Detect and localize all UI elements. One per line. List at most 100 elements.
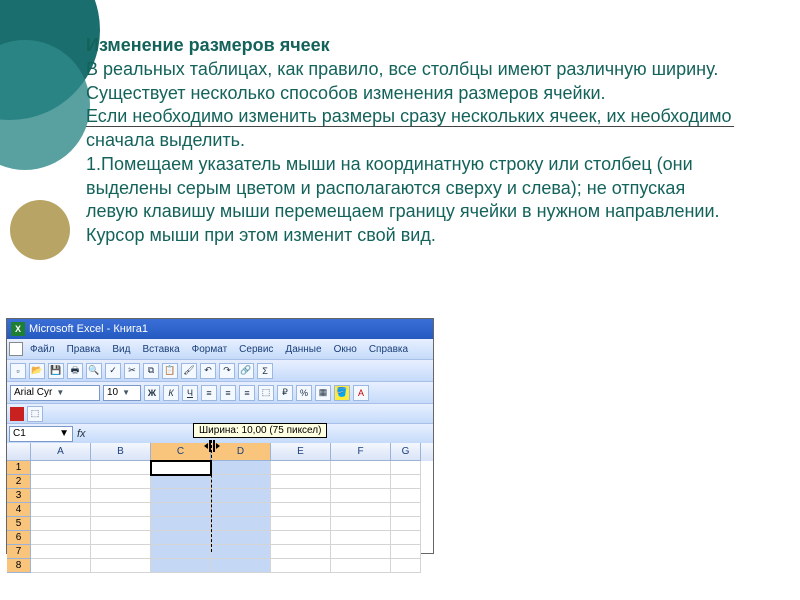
borders-icon[interactable]: ▦ [315,385,331,401]
document-icon[interactable] [9,342,23,356]
fx-icon[interactable]: fx [77,428,86,440]
cell[interactable] [331,531,391,545]
cell[interactable] [271,517,331,531]
cell[interactable] [391,475,421,489]
cell[interactable] [91,503,151,517]
cell[interactable] [151,475,211,489]
cell[interactable] [91,489,151,503]
cell[interactable] [271,545,331,559]
cell[interactable] [271,489,331,503]
cell[interactable] [151,545,211,559]
cell[interactable] [211,545,271,559]
cut-icon[interactable]: ✂ [124,363,140,379]
menu-edit[interactable]: Правка [62,343,106,356]
save-icon[interactable]: 💾 [48,363,64,379]
cell[interactable] [31,489,91,503]
row-header-2[interactable]: 2 [7,475,31,489]
column-header-G[interactable]: G [391,443,421,461]
column-header-F[interactable]: F [331,443,391,461]
row-header-4[interactable]: 4 [7,503,31,517]
spell-icon[interactable]: ✓ [105,363,121,379]
cell[interactable] [211,503,271,517]
column-header-E[interactable]: E [271,443,331,461]
format-painter-icon[interactable]: 🖌 [181,363,197,379]
pdf-icon[interactable] [10,407,24,421]
menu-data[interactable]: Данные [280,343,326,356]
cell[interactable] [271,461,331,475]
cell[interactable] [91,461,151,475]
menu-help[interactable]: Справка [364,343,413,356]
row-header-5[interactable]: 5 [7,517,31,531]
copy-icon[interactable]: ⧉ [143,363,159,379]
cell[interactable] [211,475,271,489]
menu-insert[interactable]: Вставка [137,343,184,356]
cell[interactable] [211,531,271,545]
cell[interactable] [31,545,91,559]
cell[interactable] [211,489,271,503]
cell[interactable] [271,531,331,545]
cell[interactable] [151,559,211,573]
font-color-icon[interactable]: A [353,385,369,401]
print-icon[interactable]: 🖶 [67,363,83,379]
cell[interactable] [151,517,211,531]
menu-file[interactable]: Файл [25,343,60,356]
cell[interactable] [211,461,271,475]
cell[interactable] [31,503,91,517]
align-left-icon[interactable]: ≡ [201,385,217,401]
select-all-corner[interactable] [7,443,31,461]
hyperlink-icon[interactable]: 🔗 [238,363,254,379]
cell[interactable] [211,559,271,573]
cell[interactable] [31,461,91,475]
cell[interactable] [271,503,331,517]
cell[interactable] [331,489,391,503]
underline-icon[interactable]: Ч [182,385,198,401]
preview-icon[interactable]: 🔍 [86,363,102,379]
merge-icon[interactable]: ⬚ [258,385,274,401]
cell[interactable] [331,503,391,517]
column-header-C[interactable]: C [151,443,211,461]
open-icon[interactable]: 📂 [29,363,45,379]
menu-window[interactable]: Окно [329,343,362,356]
cell[interactable] [151,503,211,517]
cell[interactable] [91,559,151,573]
cell[interactable] [331,517,391,531]
cell[interactable] [91,531,151,545]
column-header-B[interactable]: B [91,443,151,461]
menu-format[interactable]: Формат [187,343,233,356]
cell[interactable] [391,503,421,517]
cell[interactable] [91,517,151,531]
window-titlebar[interactable]: X Microsoft Excel - Книга1 [7,319,433,339]
align-center-icon[interactable]: ≡ [220,385,236,401]
cell[interactable] [151,489,211,503]
redo-icon[interactable]: ↷ [219,363,235,379]
cell[interactable] [391,559,421,573]
row-header-7[interactable]: 7 [7,545,31,559]
percent-icon[interactable]: % [296,385,312,401]
cell[interactable] [391,461,421,475]
fill-color-icon[interactable]: 🪣 [334,385,350,401]
cell[interactable] [331,475,391,489]
cell[interactable] [31,559,91,573]
cell[interactable] [331,545,391,559]
row-header-6[interactable]: 6 [7,531,31,545]
column-header-D[interactable]: D [211,443,271,461]
cell[interactable] [31,531,91,545]
cell[interactable] [271,475,331,489]
bold-icon[interactable]: Ж [144,385,160,401]
font-name-combo[interactable]: Arial Cyr ▼ [10,385,100,401]
undo-icon[interactable]: ↶ [200,363,216,379]
cell[interactable] [31,517,91,531]
currency-icon[interactable]: ₽ [277,385,293,401]
name-box[interactable]: C1 ▼ [9,426,73,442]
new-icon[interactable]: ▫ [10,363,26,379]
row-header-3[interactable]: 3 [7,489,31,503]
cell[interactable] [331,559,391,573]
menu-tools[interactable]: Сервис [234,343,278,356]
cell[interactable] [391,545,421,559]
cell[interactable] [91,475,151,489]
paste-icon[interactable]: 📋 [162,363,178,379]
cell[interactable] [331,461,391,475]
autosum-icon[interactable]: Σ [257,363,273,379]
pdf-tool-icon[interactable]: ⬚ [27,406,43,422]
cell[interactable] [31,475,91,489]
